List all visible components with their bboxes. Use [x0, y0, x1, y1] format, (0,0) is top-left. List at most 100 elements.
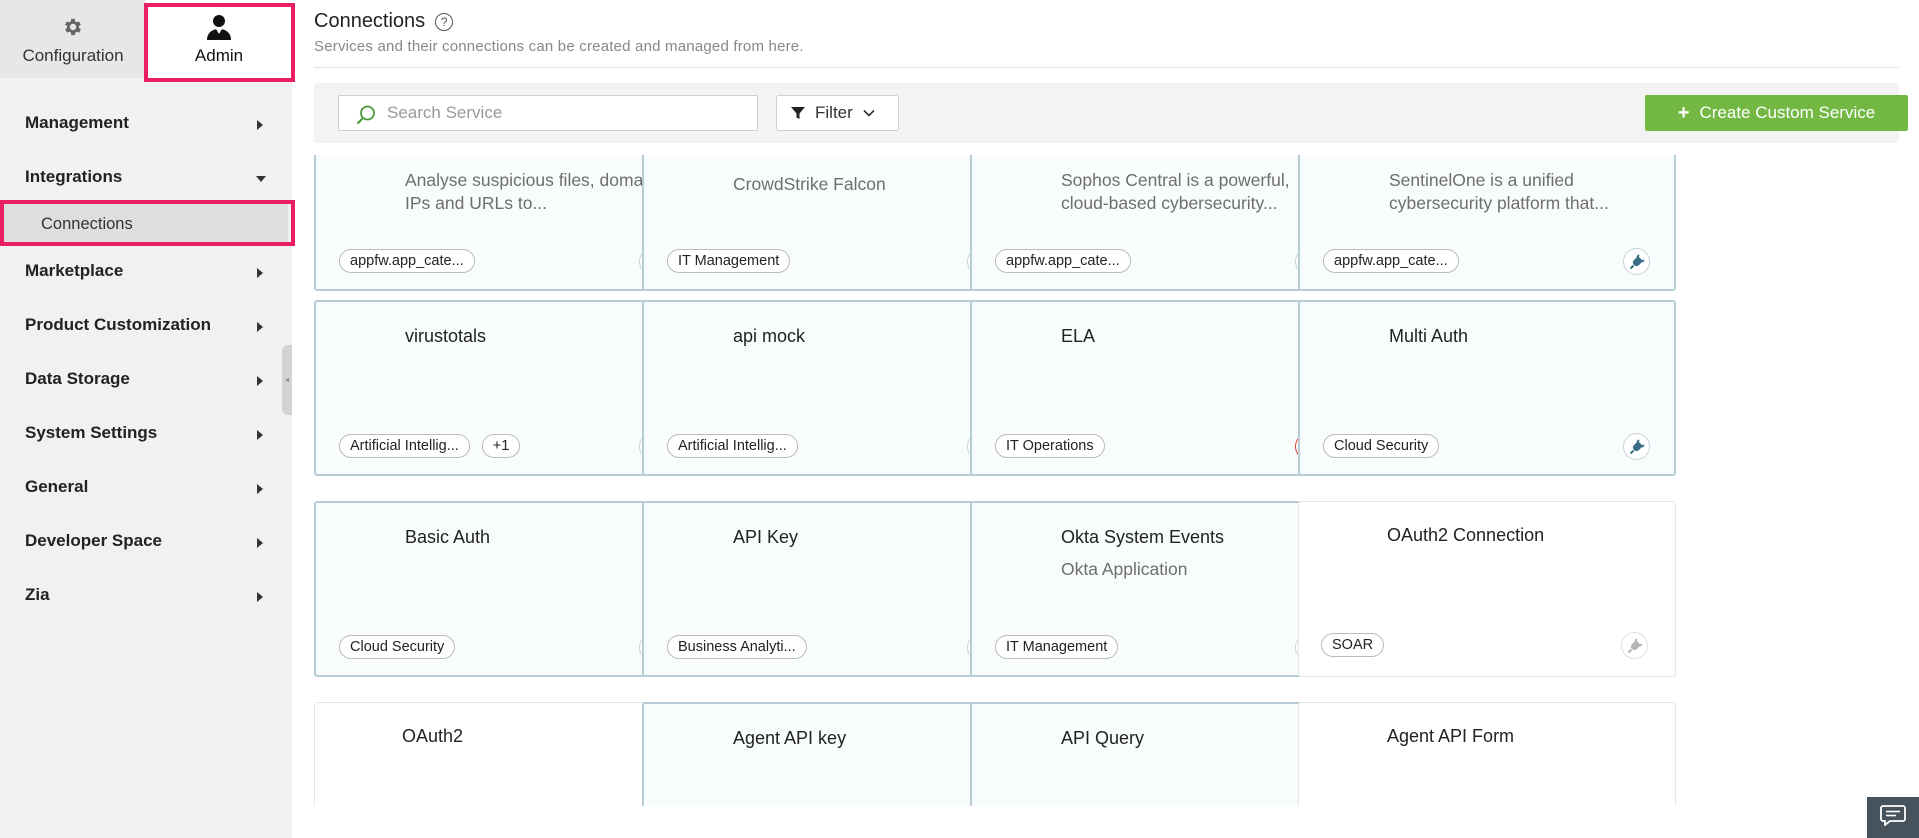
- search-input[interactable]: [387, 96, 747, 130]
- tab-admin-label: Admin: [194, 46, 244, 65]
- caret-down-icon: [256, 176, 266, 182]
- service-card[interactable]: OAuth2 Connection SOAR: [1298, 501, 1676, 677]
- search-box: [338, 95, 758, 131]
- card-description: CrowdStrike Falcon: [733, 174, 886, 194]
- service-card[interactable]: API Key Business Analyti...: [642, 501, 1020, 677]
- filter-button[interactable]: Filter: [776, 95, 899, 131]
- connection-plug-inactive-icon[interactable]: [1621, 632, 1648, 659]
- sidebar-nav: Management Integrations Connections Mark…: [0, 96, 292, 622]
- collapse-grip-icon: ◂: [285, 375, 290, 384]
- card-title: Okta System Events: [1061, 527, 1225, 547]
- filter-label: Filter: [815, 103, 853, 122]
- caret-right-icon: [257, 376, 263, 386]
- card-description: Okta Application: [1061, 559, 1188, 579]
- service-card[interactable]: API Query: [970, 702, 1348, 806]
- category-tag: SOAR: [1321, 633, 1385, 657]
- category-tag: appfw.app_cate...: [339, 249, 475, 273]
- category-tag: IT Management: [667, 249, 791, 273]
- card-title: virustotals: [405, 326, 487, 346]
- category-tag: Business Analyti...: [667, 635, 807, 659]
- caret-right-icon: [257, 484, 263, 494]
- card-title: OAuth2: [402, 726, 464, 746]
- chat-button[interactable]: [1867, 797, 1919, 838]
- service-card[interactable]: Okta System Events Okta Application IT M…: [970, 501, 1348, 677]
- sidebar-item-marketplace[interactable]: Marketplace: [0, 244, 292, 298]
- create-custom-service-button[interactable]: + Create Custom Service: [1645, 95, 1908, 131]
- card-title: ELA: [1061, 326, 1096, 346]
- caret-right-icon: [257, 592, 263, 602]
- service-card[interactable]: Multi Auth Cloud Security: [1298, 300, 1676, 476]
- sidebar-item-label: General: [25, 477, 89, 496]
- category-tag: IT Operations: [995, 434, 1105, 458]
- card-description: SentinelOne is a unified cybersecurity p…: [1389, 170, 1609, 213]
- category-tag: appfw.app_cate...: [995, 249, 1131, 273]
- user-icon: [206, 12, 232, 42]
- sidebar-item-product-customization[interactable]: Product Customization: [0, 298, 292, 352]
- header-divider: [314, 67, 1899, 68]
- help-icon[interactable]: ?: [435, 12, 454, 31]
- caret-right-icon: [257, 538, 263, 548]
- search-icon: [355, 104, 377, 131]
- chat-icon: [1880, 804, 1906, 831]
- card-tags: Artificial Intellig... +1: [339, 434, 521, 458]
- service-card-grid: Analyse suspicious files, domains, IPs a…: [314, 155, 1904, 806]
- card-tags: Artificial Intellig...: [667, 434, 798, 458]
- card-title: Agent API Form: [1387, 726, 1515, 746]
- sidebar-item-label: Zia: [25, 585, 50, 604]
- create-button-label: Create Custom Service: [1699, 103, 1876, 122]
- sidebar-collapse-handle[interactable]: ◂: [282, 345, 292, 415]
- sidebar-item-label: Product Customization: [25, 315, 212, 334]
- caret-right-icon: [257, 268, 263, 278]
- sidebar-item-data-storage[interactable]: Data Storage: [0, 352, 292, 406]
- category-tag: Cloud Security: [339, 635, 456, 659]
- plus-icon: +: [1677, 102, 1690, 124]
- card-title: API Key: [733, 527, 799, 547]
- connection-plug-icon[interactable]: [1623, 433, 1650, 460]
- card-tags: Business Analyti...: [667, 635, 807, 659]
- sidebar-item-label: Developer Space: [25, 531, 163, 550]
- card-title: API Query: [1061, 728, 1145, 748]
- service-card[interactable]: SentinelOne is a unified cybersecurity p…: [1298, 155, 1676, 291]
- card-description: Analyse suspicious files, domains, IPs a…: [405, 170, 671, 213]
- sidebar-item-integrations[interactable]: Integrations: [0, 150, 292, 204]
- card-tags: Cloud Security: [339, 635, 456, 659]
- service-card[interactable]: CrowdStrike Falcon IT Management: [642, 155, 1020, 291]
- service-card[interactable]: Agent API Form: [1298, 702, 1676, 806]
- service-card[interactable]: api mock Artificial Intellig...: [642, 300, 1020, 476]
- card-tags: appfw.app_cate...: [339, 249, 475, 273]
- sidebar-item-zia[interactable]: Zia: [0, 568, 292, 622]
- app-root: Configuration Admin Management Integrati…: [0, 0, 1919, 838]
- card-title: Agent API key: [733, 728, 847, 748]
- card-title: api mock: [733, 326, 806, 346]
- tab-admin[interactable]: Admin: [146, 0, 292, 78]
- category-tag: appfw.app_cate...: [1323, 249, 1459, 273]
- gear-icon: [62, 12, 84, 42]
- sidebar-subitem-connections[interactable]: Connections: [3, 204, 288, 244]
- tab-configuration[interactable]: Configuration: [0, 0, 146, 78]
- card-title: Basic Auth: [405, 527, 491, 547]
- category-tag: IT Management: [995, 635, 1119, 659]
- service-card[interactable]: Sophos Central is a powerful, cloud-base…: [970, 155, 1348, 291]
- service-card[interactable]: Basic Auth Cloud Security: [314, 501, 692, 677]
- sidebar-item-label: Data Storage: [25, 369, 130, 388]
- sidebar: Configuration Admin Management Integrati…: [0, 0, 295, 838]
- service-card[interactable]: Analyse suspicious files, domains, IPs a…: [314, 155, 692, 291]
- category-tag: Artificial Intellig...: [667, 434, 798, 458]
- sidebar-item-general[interactable]: General: [0, 460, 292, 514]
- service-card[interactable]: ELA IT Operations: [970, 300, 1348, 476]
- sidebar-item-management[interactable]: Management: [0, 96, 292, 150]
- more-tags-badge[interactable]: +1: [481, 434, 521, 458]
- chevron-down-icon: [863, 109, 875, 117]
- tab-configuration-label: Configuration: [22, 46, 124, 65]
- service-card[interactable]: Agent API key: [642, 702, 1020, 806]
- page-title: Connections: [314, 10, 426, 32]
- mode-tabs: Configuration Admin: [0, 0, 292, 78]
- caret-right-icon: [257, 322, 263, 332]
- connection-plug-icon[interactable]: [1623, 248, 1650, 275]
- sidebar-item-system-settings[interactable]: System Settings: [0, 406, 292, 460]
- service-card[interactable]: OAuth2: [314, 702, 692, 806]
- sidebar-item-developer-space[interactable]: Developer Space: [0, 514, 292, 568]
- card-tags: IT Management: [667, 249, 791, 273]
- service-card[interactable]: virustotals Artificial Intellig... +1: [314, 300, 692, 476]
- sidebar-subitem-label: Connections: [41, 214, 133, 233]
